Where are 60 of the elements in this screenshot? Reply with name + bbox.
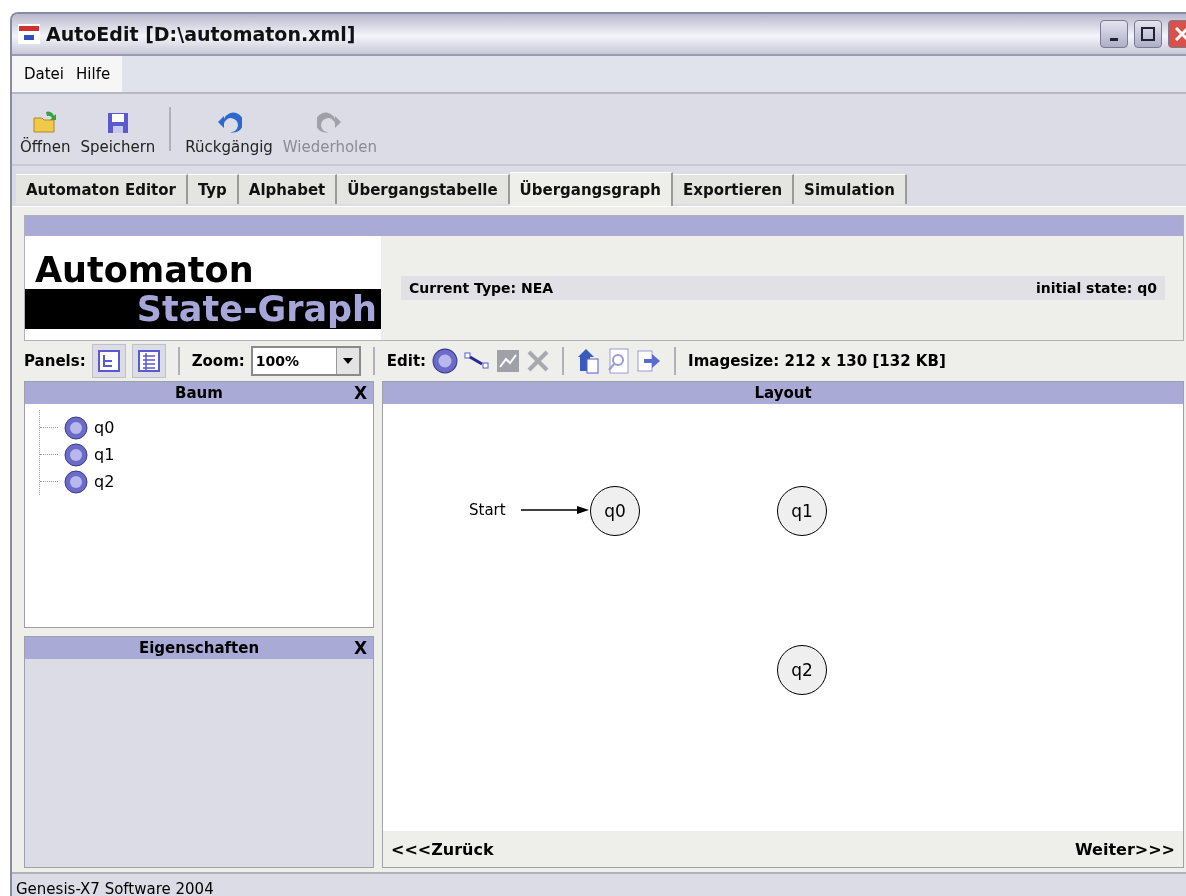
tab[interactable]: Automaton Editor [16,174,188,204]
undo-icon [216,112,243,134]
edit-label: Edit: [386,352,427,370]
tab[interactable]: Übergangsgraph [509,172,673,206]
state-node[interactable]: q2 [777,645,827,695]
caret-icon [342,358,353,364]
add-state-icon [432,348,459,374]
magnifier-icon [606,348,631,374]
status-text: Genesis-X7 Software 2004 [16,880,214,896]
menu-item[interactable]: Datei [18,56,71,92]
delete-icon [526,349,551,373]
minimize-button[interactable] [1100,20,1128,48]
zoom-dropdown[interactable]: 100% [250,346,361,376]
list-panel-button[interactable] [131,344,166,378]
close-button[interactable]: X [353,382,367,404]
start-label: Start [469,501,506,519]
tree-item[interactable]: q0 [40,414,174,441]
chart-icon [496,349,521,373]
add-transition-icon [464,352,491,370]
tab[interactable]: Simulation [794,174,907,204]
toolbar-button[interactable]: Rückgängig [183,112,275,160]
redo-icon [316,112,343,134]
tree-item[interactable]: q2 [40,468,174,495]
minimize-icon [1110,37,1118,41]
close-button[interactable]: X [353,637,367,659]
state-icon [64,442,88,467]
state-node[interactable]: q0 [590,486,640,536]
state-icon [64,469,88,494]
tree-panel-button[interactable] [91,344,126,378]
panel-title: Layout [754,384,812,402]
panels-label: Panels: [24,352,86,370]
menu-item[interactable]: Hilfe [70,56,117,92]
documents-icon [576,347,601,375]
state-icon [64,415,88,440]
panel-title: Baum [175,384,223,402]
maximize-icon [1141,27,1155,41]
toolbar-button[interactable]: Öffnen [18,110,73,160]
toolbar-button[interactable]: Speichern [78,112,158,160]
app-icon [18,24,40,44]
initial-state: initial state: q0 [1035,280,1157,296]
next-link[interactable]: Weiter>>> [1074,839,1175,859]
close-icon [1175,27,1186,41]
tab[interactable]: Exportieren [672,174,795,204]
tree-icon [97,350,120,372]
image-size: Imagesize: 212 x 130 [132 KB] [688,352,946,370]
maximize-button[interactable] [1134,20,1162,48]
zoom-label: Zoom: [191,352,245,370]
tree-item[interactable]: q1 [40,441,174,468]
list-icon [137,350,160,372]
folder-icon [32,110,59,134]
state-node[interactable]: q1 [777,486,827,536]
logo-subtitle: State-Graph [25,289,381,329]
panel-title: Eigenschaften [138,639,260,657]
tab[interactable]: Alphabet [238,174,338,204]
current-type: Current Type: NEA [409,280,554,296]
logo-title: Automaton [34,251,255,289]
tab[interactable]: Typ [187,174,239,204]
back-link[interactable]: <<<Zurück [391,839,494,859]
tab[interactable]: Übergangstabelle [337,174,510,204]
window-title: AutoEdit [D:\automaton.xml] [46,23,357,45]
